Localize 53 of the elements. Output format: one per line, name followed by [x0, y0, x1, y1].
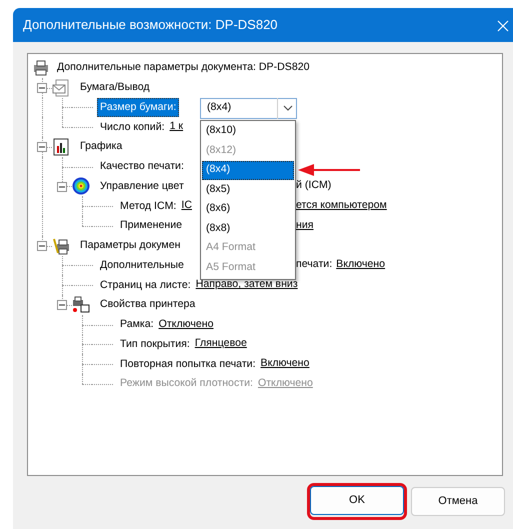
tree-item-label[interactable]: Дополнительные: [97, 256, 187, 275]
setting-value[interactable]: Глянцевое: [194, 336, 247, 352]
paper-size-dropdown[interactable]: (8x4): [200, 98, 297, 118]
tree-item-label[interactable]: Дополнительные параметры документа: DP-DS820: [54, 58, 313, 78]
tree-item-label[interactable]: Страниц на листе:: [97, 276, 194, 295]
printer-wrench-icon: [52, 236, 70, 255]
setting-value[interactable]: 1 к: [170, 119, 184, 136]
tree-item-label[interactable]: Рамка:: [117, 315, 157, 334]
printer-computer-icon: [72, 296, 90, 314]
color-target-icon: [72, 177, 90, 196]
tree-item-label[interactable]: Размер бумаги:: [97, 98, 180, 117]
minus-icon: [39, 144, 45, 150]
window-title: Дополнительные возможности: DP-DS820: [23, 16, 278, 34]
setting-value[interactable]: Включено: [336, 257, 386, 274]
collapse-toggle[interactable]: [57, 300, 67, 310]
tree-item-label[interactable]: Повторная попытка печати:: [117, 354, 259, 374]
tree-item-label[interactable]: Тип покрытия:: [117, 334, 193, 354]
setting-value[interactable]: Отключено: [158, 316, 214, 333]
setting-label: й (ICM): [296, 178, 332, 194]
collapse-toggle[interactable]: [37, 142, 47, 152]
dropdown-option[interactable]: (8x8): [202, 219, 294, 238]
close-icon[interactable]: [497, 20, 509, 32]
setting-value[interactable]: Включено: [260, 356, 310, 372]
tree-item-label[interactable]: Управление цвет: [97, 176, 187, 196]
dropdown-option[interactable]: (8x5): [202, 180, 294, 200]
tree-item-label[interactable]: Число копий:: [97, 118, 168, 137]
tree-item-label[interactable]: Качество печати:: [97, 157, 187, 176]
dropdown-option[interactable]: (8x10): [202, 122, 294, 141]
collapse-toggle[interactable]: [37, 82, 47, 93]
setting-label: печати:: [296, 257, 332, 272]
dropdown-option[interactable]: (8x6): [202, 200, 294, 219]
tree-item-label[interactable]: Параметры докумен: [77, 236, 184, 256]
tree-item-label[interactable]: Графика: [77, 137, 126, 156]
setting-value[interactable]: IC: [181, 198, 192, 214]
setting-value[interactable]: Направо, затем вниз: [196, 277, 298, 294]
minus-icon: [39, 84, 45, 91]
tree-item-label[interactable]: Бумага/Вывод: [77, 78, 153, 98]
collapse-toggle[interactable]: [37, 240, 47, 251]
minus-icon: [59, 184, 65, 190]
cancel-button[interactable]: Отмена: [411, 487, 505, 516]
chart-icon: [52, 138, 70, 156]
dropdown-option[interactable]: (8x4): [202, 160, 294, 180]
tree-item-label[interactable]: Применение: [117, 216, 186, 236]
tree-item-label[interactable]: Метод ICM:: [117, 196, 180, 216]
printer-icon: [32, 58, 50, 77]
ok-button[interactable]: OK: [310, 486, 404, 515]
chevron-down-icon: [282, 105, 292, 111]
collapse-toggle[interactable]: [57, 182, 67, 192]
minus-icon: [59, 302, 65, 308]
minus-icon: [39, 242, 45, 249]
setting-value[interactable]: ния: [296, 218, 314, 234]
setting-value[interactable]: ется компьютером: [296, 198, 387, 214]
tree-item-label[interactable]: Свойства принтера: [97, 295, 198, 314]
